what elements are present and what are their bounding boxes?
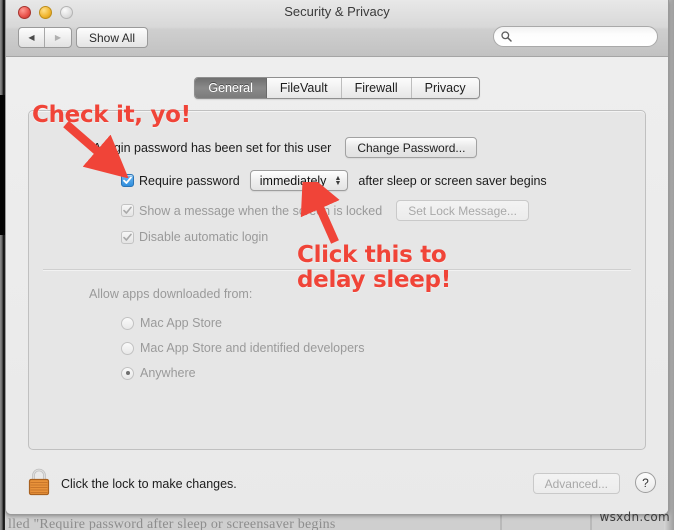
show-lock-message-checkbox bbox=[121, 204, 134, 217]
radio-anywhere-button[interactable] bbox=[121, 366, 134, 380]
help-button[interactable]: ? bbox=[635, 472, 656, 493]
tab-privacy[interactable]: Privacy bbox=[412, 78, 479, 98]
disable-auto-login-label: Disable automatic login bbox=[139, 230, 269, 244]
window-title: Security & Privacy bbox=[284, 4, 390, 19]
change-password-button[interactable]: Change Password... bbox=[345, 137, 478, 158]
window-toolbar: ◀ ▶ Show All bbox=[6, 25, 668, 55]
background-cut-off-text: lled "Require password after sleep or sc… bbox=[8, 517, 336, 530]
tab-bar: General FileVault Firewall Privacy bbox=[6, 77, 668, 99]
radio-mac-app-store[interactable]: Mac App Store bbox=[121, 316, 222, 330]
window-titlebar: Security & Privacy ◀ ▶ Show All bbox=[6, 0, 668, 57]
screenshot-root: lled "Require password after sleep or sc… bbox=[0, 0, 674, 530]
disable-auto-login-row: Disable automatic login bbox=[121, 230, 268, 244]
radio-anywhere-label: Anywhere bbox=[140, 366, 196, 380]
radio-identified-developers[interactable]: Mac App Store and identified developers bbox=[121, 341, 364, 355]
tab-firewall[interactable]: Firewall bbox=[342, 78, 412, 98]
watermark: wsxdn.com bbox=[599, 510, 670, 524]
login-password-row: A login password has been set for this u… bbox=[93, 137, 478, 158]
padlock-closed-icon[interactable] bbox=[26, 467, 52, 497]
lock-hint-text: Click the lock to make changes. bbox=[61, 477, 237, 491]
back-icon[interactable]: ◀ bbox=[19, 28, 45, 47]
allow-apps-label-row: Allow apps downloaded from: bbox=[89, 287, 252, 301]
show-all-button[interactable]: Show All bbox=[76, 27, 149, 48]
require-password-suffix: after sleep or screen saver begins bbox=[358, 173, 547, 188]
tab-general[interactable]: General bbox=[195, 78, 267, 98]
advanced-button[interactable]: Advanced... bbox=[532, 473, 620, 494]
annotation-click-this: Click this to delay sleep! bbox=[297, 242, 451, 294]
radio-identified-developers-button[interactable] bbox=[121, 341, 134, 355]
search-icon bbox=[501, 31, 512, 42]
annotation-arrow-to-checkbox bbox=[63, 120, 129, 178]
forward-icon[interactable]: ▶ bbox=[45, 28, 71, 47]
allow-apps-label: Allow apps downloaded from: bbox=[89, 287, 253, 301]
tab-group: General FileVault Firewall Privacy bbox=[194, 77, 480, 99]
window-bottom-bar: Click the lock to make changes. Advanced… bbox=[6, 455, 668, 514]
disable-auto-login-checkbox bbox=[121, 230, 134, 244]
radio-selected-dot bbox=[125, 371, 130, 375]
radio-anywhere[interactable]: Anywhere bbox=[121, 366, 196, 380]
radio-mac-app-store-label: Mac App Store bbox=[140, 316, 222, 330]
require-password-label: Require password bbox=[139, 173, 240, 188]
search-input[interactable] bbox=[516, 29, 646, 44]
set-lock-message-button: Set Lock Message... bbox=[396, 200, 529, 221]
nav-segmented-control[interactable]: ◀ ▶ bbox=[18, 27, 72, 48]
annotation-arrow-to-popup bbox=[300, 182, 340, 244]
radio-identified-developers-label: Mac App Store and identified developers bbox=[140, 341, 365, 355]
search-field[interactable] bbox=[493, 26, 658, 47]
radio-mac-app-store-button[interactable] bbox=[121, 316, 134, 330]
tab-filevault[interactable]: FileVault bbox=[267, 78, 342, 98]
